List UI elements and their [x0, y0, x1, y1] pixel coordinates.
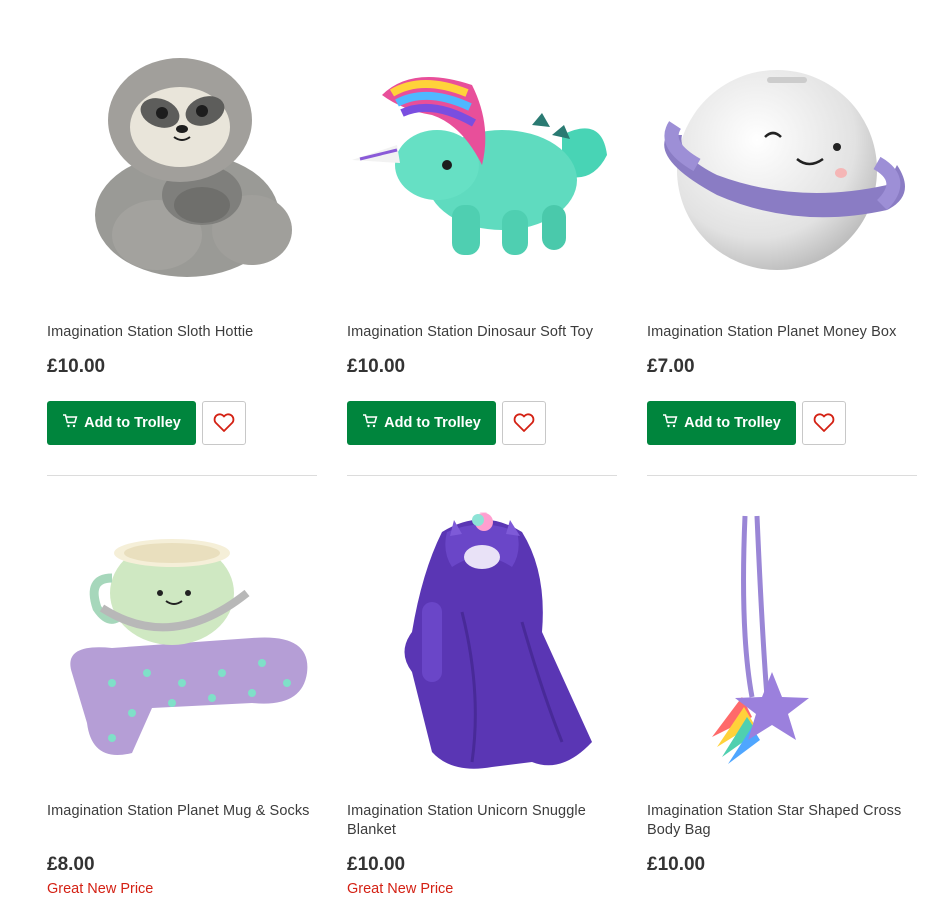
wishlist-button[interactable]: [502, 401, 546, 445]
add-to-trolley-label: Add to Trolley: [84, 415, 181, 431]
planet-money-box-image[interactable]: [647, 40, 917, 290]
product-title[interactable]: Imagination Station Sloth Hottie: [47, 323, 317, 342]
dinosaur-plush-image[interactable]: [347, 40, 617, 290]
planet-mug-socks-image[interactable]: [47, 510, 317, 775]
product-card-star-bag: Imagination Station Star Shaped Cross Bo…: [647, 510, 917, 904]
sloth-plush-image[interactable]: [47, 40, 317, 290]
add-to-trolley-label: Add to Trolley: [684, 415, 781, 431]
product-card-dinosaur: Imagination Station Dinosaur Soft Toy £1…: [347, 40, 617, 480]
heart-icon: [513, 413, 535, 432]
divider: [347, 475, 617, 476]
wishlist-button[interactable]: [802, 401, 846, 445]
divider: [647, 475, 917, 476]
product-price: £8.00: [47, 854, 95, 875]
divider: [47, 475, 317, 476]
product-title[interactable]: Imagination Station Planet Money Box: [647, 323, 917, 342]
product-price: £10.00: [647, 854, 706, 875]
product-price: £7.00: [647, 356, 695, 377]
product-price: £10.00: [347, 356, 406, 377]
product-title[interactable]: Imagination Station Star Shaped Cross Bo…: [647, 802, 917, 840]
product-price: £10.00: [47, 356, 106, 377]
trolley-icon: [362, 414, 378, 432]
product-card-planet-mug-socks: Imagination Station Planet Mug & Socks £…: [47, 510, 317, 904]
add-to-trolley-label: Add to Trolley: [384, 415, 481, 431]
heart-icon: [213, 413, 235, 432]
add-to-trolley-button[interactable]: Add to Trolley: [347, 401, 496, 445]
promo-label: Great New Price: [347, 881, 454, 897]
trolley-icon: [62, 414, 78, 432]
trolley-icon: [662, 414, 678, 432]
heart-icon: [813, 413, 835, 432]
product-title[interactable]: Imagination Station Planet Mug & Socks: [47, 802, 317, 821]
product-card-planet-money-box: Imagination Station Planet Money Box £7.…: [647, 40, 917, 480]
add-to-trolley-button[interactable]: Add to Trolley: [647, 401, 796, 445]
product-title[interactable]: Imagination Station Unicorn Snuggle Blan…: [347, 802, 617, 840]
wishlist-button[interactable]: [202, 401, 246, 445]
star-bag-image[interactable]: [647, 510, 917, 775]
add-to-trolley-button[interactable]: Add to Trolley: [47, 401, 196, 445]
product-title[interactable]: Imagination Station Dinosaur Soft Toy: [347, 323, 617, 342]
product-price: £10.00: [347, 854, 406, 875]
product-card-sloth: Imagination Station Sloth Hottie £10.00 …: [47, 40, 317, 480]
promo-label: Great New Price: [47, 881, 154, 897]
unicorn-blanket-image[interactable]: [347, 510, 617, 775]
product-card-unicorn-blanket: Imagination Station Unicorn Snuggle Blan…: [347, 510, 617, 904]
